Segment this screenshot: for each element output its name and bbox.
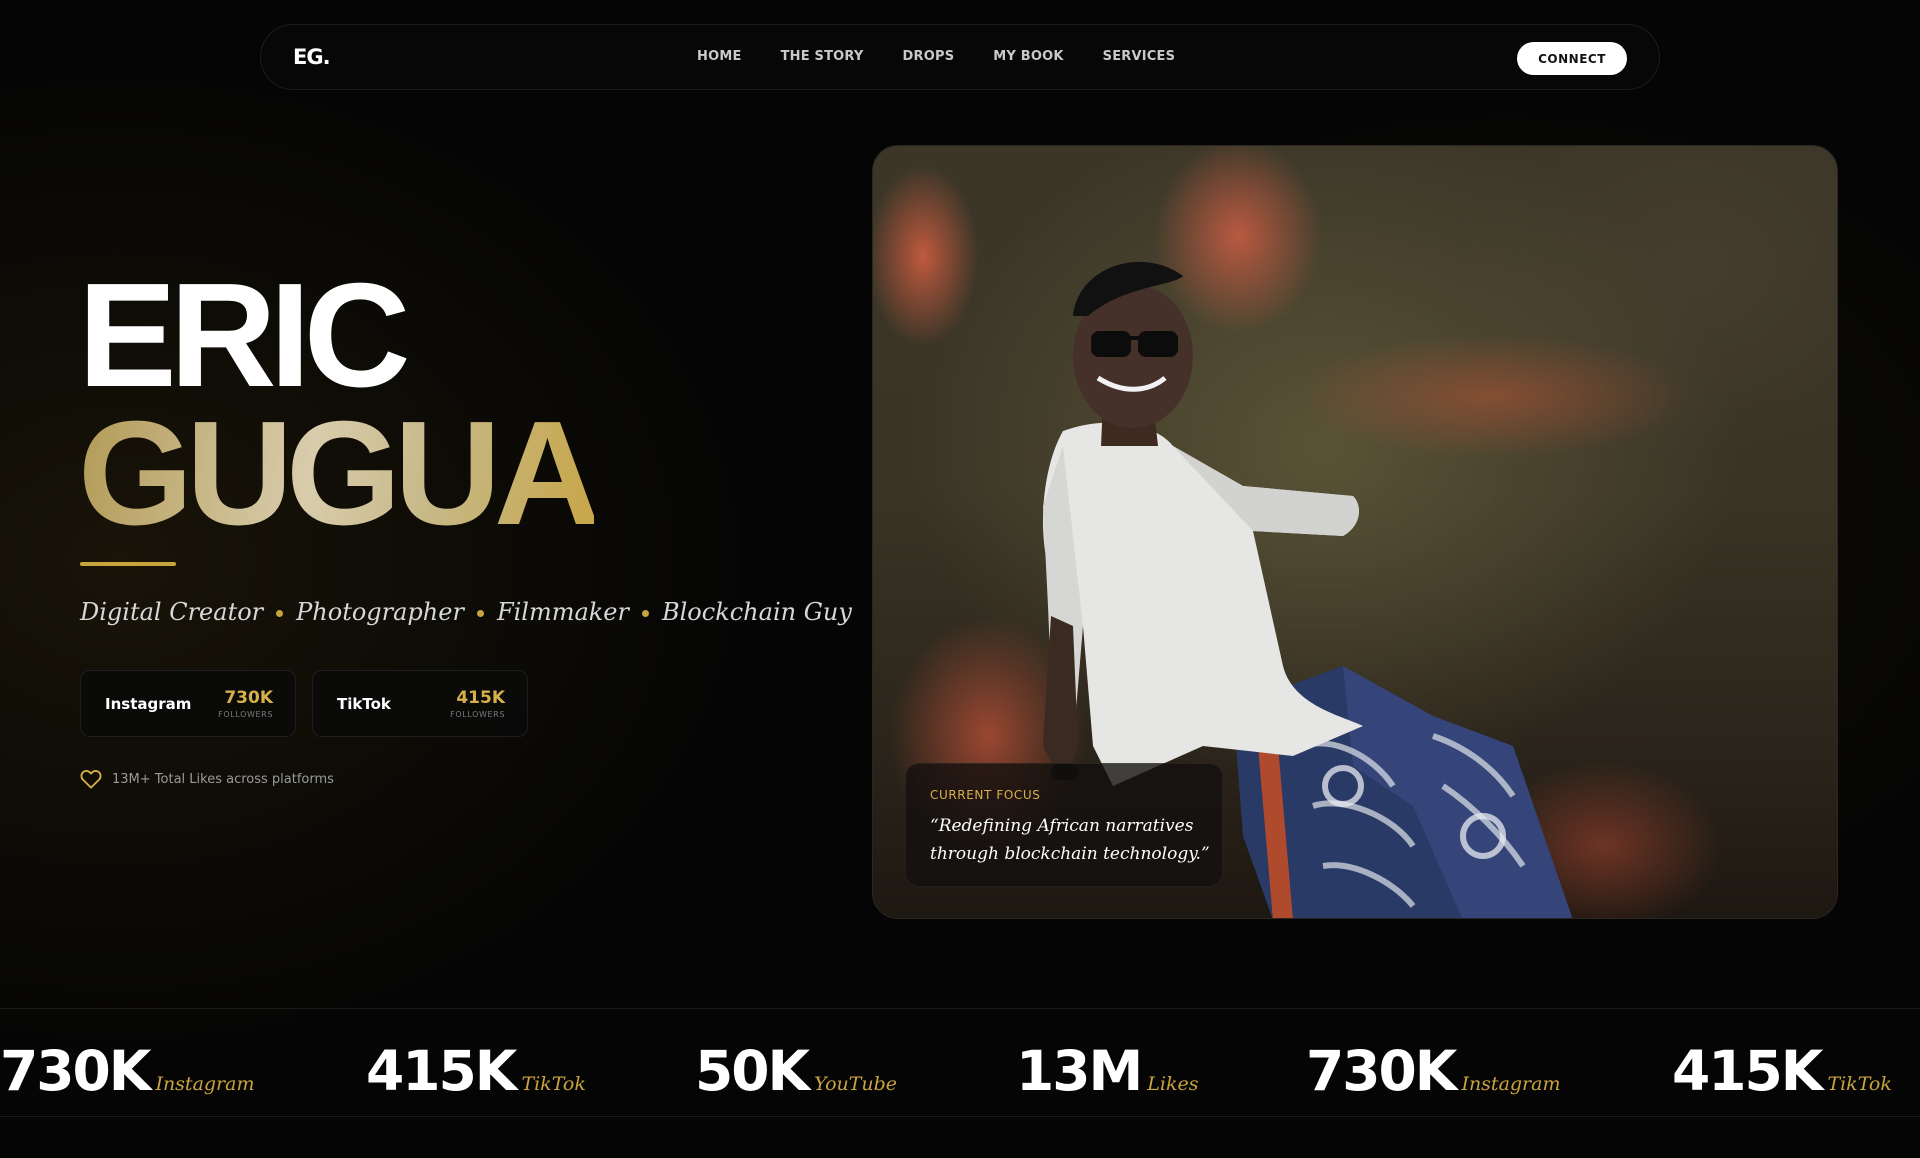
stat-label: Instagram (1461, 1073, 1561, 1095)
hero-first-name: ERIC (78, 253, 411, 418)
current-focus-card: CURRENT FOCUS “Redefining African narrat… (905, 763, 1223, 887)
nav-link-services[interactable]: SERVICES (1103, 49, 1176, 64)
connect-button[interactable]: CONNECT (1517, 42, 1627, 75)
nav-link-the-story[interactable]: THE STORY (781, 49, 864, 64)
total-likes-text: 13M+ Total Likes across platforms (112, 771, 334, 787)
role-photographer: Photographer (296, 598, 464, 626)
hero-last-name: GUGUA (78, 391, 601, 556)
current-focus-quote: “Redefining African narratives through b… (930, 816, 1210, 864)
bullet-dot (476, 609, 484, 617)
stat-label: Instagram (155, 1073, 255, 1095)
total-likes: 13M+ Total Likes across platforms (80, 769, 334, 789)
hero-portrait-photo: CURRENT FOCUS “Redefining African narrat… (872, 145, 1838, 919)
role-digital-creator: Digital Creator (80, 598, 264, 626)
stat-item: 730K Instagram (0, 1039, 254, 1103)
heart-icon (80, 770, 102, 789)
stat-label: TikTok (521, 1073, 586, 1095)
roles-line: Digital Creator Photographer Filmmaker B… (80, 598, 852, 626)
stats-ticker: 730K Instagram 415K TikTok 50K YouTube 1… (0, 1008, 1920, 1117)
stat-item: 415K TikTok (366, 1039, 586, 1103)
top-nav: EG. HOME THE STORY DROPS MY BOOK SERVICE… (260, 24, 1660, 90)
stat-label: YouTube (814, 1073, 898, 1095)
nav-link-my-book[interactable]: MY BOOK (993, 49, 1063, 64)
bullet-dot (641, 609, 649, 617)
stat-item: 13M Likes (1016, 1039, 1198, 1103)
social-follower-count: 730K (224, 688, 273, 708)
nav-links: HOME THE STORY DROPS MY BOOK SERVICES (697, 49, 1214, 64)
gold-divider (80, 562, 176, 566)
stat-value: 730K (0, 1039, 151, 1103)
stat-value: 415K (1672, 1039, 1823, 1103)
stat-value: 50K (695, 1039, 810, 1103)
tiktok-card[interactable]: TikTok 415K FOLLOWERS (312, 670, 528, 737)
stat-label: TikTok (1827, 1073, 1892, 1095)
site-logo[interactable]: EG. (293, 45, 331, 69)
role-filmmaker: Filmmaker (496, 598, 629, 626)
bullet-dot (276, 609, 284, 617)
stat-value: 13M (1016, 1039, 1143, 1103)
nav-link-drops[interactable]: DROPS (903, 49, 955, 64)
stat-value: 730K (1306, 1039, 1457, 1103)
stat-label: Likes (1147, 1073, 1199, 1095)
role-blockchain-guy: Blockchain Guy (661, 598, 852, 626)
stat-item: 415K TikTok (1672, 1039, 1892, 1103)
social-follower-label: FOLLOWERS (450, 710, 505, 719)
stat-item: 50K YouTube (695, 1039, 897, 1103)
social-follower-label: FOLLOWERS (218, 710, 273, 719)
stat-item: 730K Instagram (1306, 1039, 1560, 1103)
social-follower-count: 415K (456, 688, 505, 708)
nav-link-home[interactable]: HOME (697, 49, 742, 64)
social-platform-name: Instagram (105, 695, 192, 713)
stat-value: 415K (366, 1039, 517, 1103)
social-platform-name: TikTok (337, 695, 391, 713)
instagram-card[interactable]: Instagram 730K FOLLOWERS (80, 670, 296, 737)
current-focus-label: CURRENT FOCUS (930, 788, 1041, 802)
